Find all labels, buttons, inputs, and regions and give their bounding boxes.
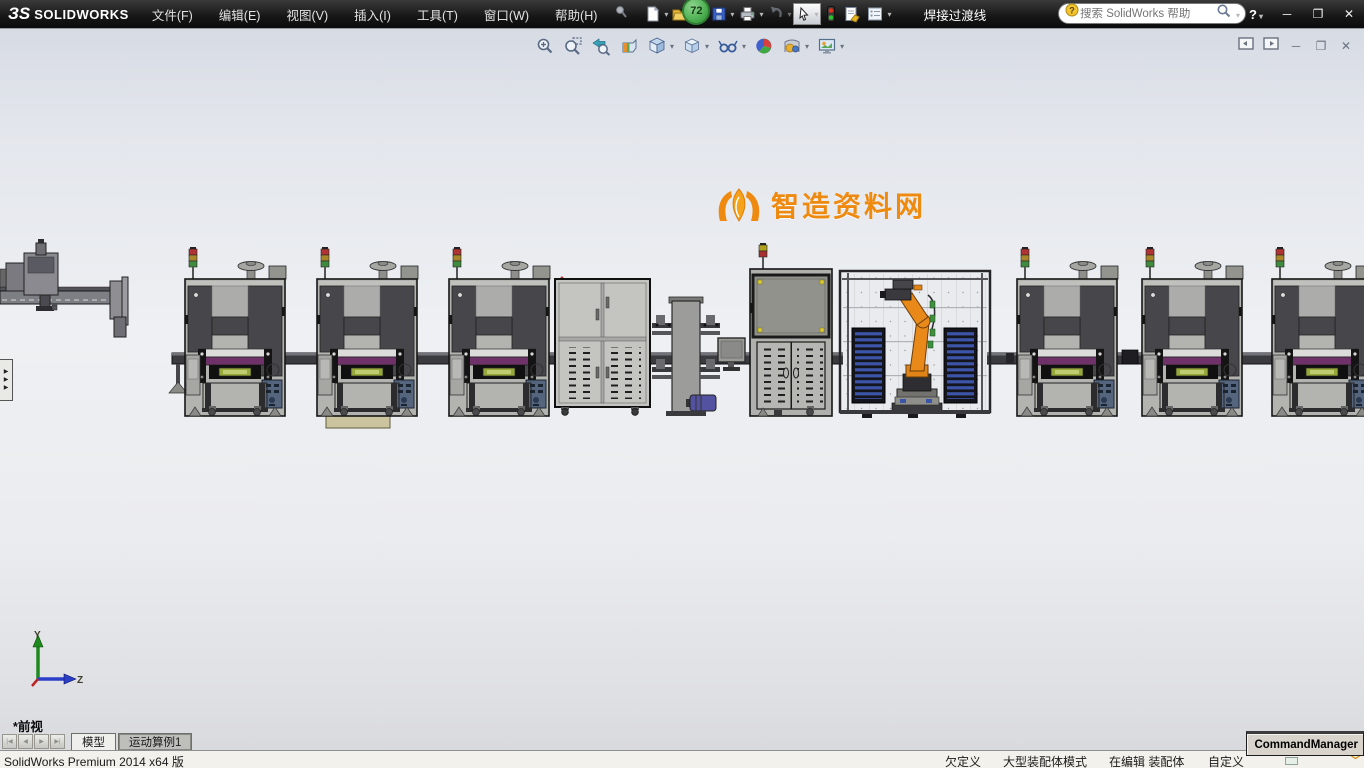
minimize-button[interactable]: ─ [1278, 7, 1296, 21]
logo-glyph: ЗS [8, 4, 30, 24]
previous-view-icon[interactable] [588, 34, 614, 58]
inspection-machine[interactable] [750, 243, 832, 416]
status-customize[interactable]: 自定义 [1208, 753, 1244, 768]
tab-motion-study[interactable]: 运动算例1 [118, 733, 192, 750]
document-title: 焊接过渡线 [880, 0, 1030, 28]
menu-view[interactable]: 视图(V) [273, 0, 341, 29]
press-machine-4[interactable] [1017, 247, 1118, 416]
press-machine-5[interactable] [1142, 247, 1243, 416]
document-window-controls: ─ ❐ ✕ [1238, 37, 1354, 55]
section-view-icon[interactable] [616, 34, 642, 58]
heads-up-view-toolbar [532, 34, 847, 58]
solidworks-logo: ЗS SOLIDWORKS [0, 4, 139, 24]
window-controls: ? ─ ❐ ✕ [1247, 0, 1358, 28]
menu-file[interactable]: 文件(F) [139, 0, 206, 29]
view-settings-icon[interactable] [814, 34, 847, 58]
zoom-to-fit-icon[interactable] [532, 34, 558, 58]
tab-prev-button[interactable]: ◀ [18, 734, 33, 749]
press-machine-3[interactable] [449, 247, 550, 416]
restore-button[interactable]: ❐ [1309, 7, 1327, 21]
svg-text:?: ? [1069, 6, 1075, 16]
gantry-loader[interactable] [0, 239, 128, 337]
watermark-logo-icon [716, 185, 762, 225]
menu-help[interactable]: 帮助(H) [542, 0, 610, 29]
help-balloon-icon: ? [1064, 3, 1080, 24]
status-bar: SolidWorks Premium 2014 x64 版 欠定义 大型装配体模… [0, 750, 1364, 768]
view-orientation-icon[interactable] [644, 34, 677, 58]
robot-cell[interactable] [840, 271, 990, 418]
model-tab-strip: |◀ ◀ ▶ ▶| 模型 运动算例1 [0, 731, 1364, 750]
graphics-viewport[interactable]: ─ ❐ ✕ 智造资料网 Y Z ▶▶▶ *前视 |◀ ◀ ▶ ▶| [0, 28, 1364, 750]
triad-y-label: Y [34, 630, 41, 641]
feature-tree-flyout[interactable]: ▶▶▶ [0, 359, 13, 401]
status-editing-assembly: 在编辑 装配体 [1109, 753, 1184, 768]
watermark: 智造资料网 [716, 185, 926, 225]
status-pane-icon[interactable] [1285, 757, 1298, 765]
pin-menu-icon[interactable] [614, 5, 628, 24]
undo-button[interactable] [765, 2, 793, 26]
search-icon[interactable] [1216, 3, 1232, 24]
doc-restore-button[interactable]: ❐ [1313, 39, 1329, 53]
assembly-scene[interactable] [0, 29, 1364, 751]
menu-edit[interactable]: 编辑(E) [206, 0, 274, 29]
save-button[interactable] [708, 2, 736, 26]
print-button[interactable] [736, 2, 765, 26]
menu-tools[interactable]: 工具(T) [404, 0, 471, 29]
press-machine-1[interactable] [185, 247, 286, 416]
monitor[interactable] [718, 338, 745, 371]
search-dropdown-icon[interactable] [1234, 5, 1240, 23]
triad-z-label: Z [77, 675, 83, 686]
help-search-box: ? [1058, 3, 1246, 24]
tab-model[interactable]: 模型 [71, 733, 116, 750]
menu-window[interactable]: 窗口(W) [471, 0, 542, 29]
notification-badge: 72 [682, 0, 710, 25]
press-machine-2[interactable] [317, 247, 418, 416]
hide-show-items-icon[interactable] [714, 34, 749, 58]
tab-next-button[interactable]: ▶ [34, 734, 49, 749]
search-input[interactable] [1080, 8, 1216, 20]
display-style-icon[interactable] [679, 34, 712, 58]
quick-access-toolbar: 72 [642, 2, 893, 26]
doc-close-button[interactable]: ✕ [1338, 39, 1354, 53]
command-manager-box[interactable]: CommandManager [1246, 731, 1364, 756]
magazine-cabinet-left[interactable] [852, 328, 885, 403]
select-tool-button[interactable] [793, 3, 821, 25]
zoom-to-area-icon[interactable] [560, 34, 586, 58]
watermark-text: 智造资料网 [771, 185, 926, 225]
tab-last-button[interactable]: ▶| [50, 734, 65, 749]
display-pane-icon[interactable] [1263, 37, 1279, 55]
close-button[interactable]: ✕ [1340, 7, 1358, 21]
coordinate-triad: Y Z [22, 629, 84, 693]
status-product-label: SolidWorks Premium 2014 x64 版 [4, 753, 184, 768]
menu-insert[interactable]: 插入(I) [341, 0, 404, 29]
magazine-cabinet-right[interactable] [944, 328, 977, 403]
tab-first-button[interactable]: |◀ [2, 734, 17, 749]
help-button[interactable]: ? [1247, 7, 1265, 22]
tab-nav-buttons: |◀ ◀ ▶ ▶| [2, 734, 65, 749]
menu-bar: 文件(F) 编辑(E) 视图(V) 插入(I) 工具(T) 窗口(W) 帮助(H… [139, 0, 633, 29]
status-items: 欠定义 大型装配体模式 在编辑 装配体 [945, 753, 1184, 768]
status-large-assembly-mode: 大型装配体模式 [1003, 753, 1087, 768]
press-machine-6[interactable] [1272, 247, 1364, 416]
doc-minimize-button[interactable]: ─ [1288, 39, 1304, 53]
new-document-button[interactable] [642, 2, 670, 26]
rebuild-button[interactable] [821, 2, 841, 26]
file-properties-button[interactable] [841, 2, 864, 26]
electrical-cabinet[interactable] [555, 277, 650, 416]
apply-scene-icon[interactable] [779, 34, 812, 58]
title-bar: ЗS SOLIDWORKS 文件(F) 编辑(E) 视图(V) 插入(I) 工具… [0, 0, 1364, 28]
status-underdefined: 欠定义 [945, 753, 981, 768]
logo-text: SOLIDWORKS [34, 7, 129, 22]
edit-appearance-icon[interactable] [751, 34, 777, 58]
feature-pane-icon[interactable] [1238, 37, 1254, 55]
